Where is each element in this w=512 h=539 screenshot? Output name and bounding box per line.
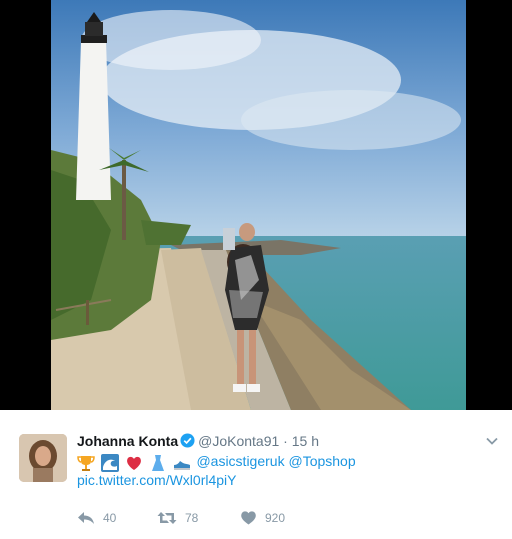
handle[interactable]: @JoKonta91 (198, 433, 279, 449)
tweet-photo[interactable] (51, 0, 466, 410)
dress-icon (151, 454, 164, 471)
tweet-media[interactable] (0, 0, 512, 410)
mention-topshop[interactable]: @Topshop (288, 453, 355, 469)
retweet-icon (157, 512, 177, 524)
retweet-button[interactable]: 78 (157, 510, 198, 526)
sneaker-icon (173, 460, 190, 470)
tweet-text: @asicstigeruk @Topshop (77, 452, 356, 472)
heart-icon (126, 456, 141, 470)
reply-icon (78, 512, 94, 524)
like-heart-icon (241, 511, 256, 525)
like-button[interactable]: 920 (240, 510, 285, 525)
display-name[interactable]: Johanna Konta (77, 433, 178, 449)
timestamp[interactable]: 15 h (292, 433, 319, 449)
retweet-count: 78 (185, 511, 199, 525)
tweet-card: Johanna Konta @JoKonta91 · 15 h @asicstig… (0, 410, 512, 539)
verified-badge-icon (180, 433, 195, 452)
trophy-icon (77, 455, 95, 471)
wave-icon (100, 453, 119, 472)
separator-dot: · (283, 433, 288, 449)
avatar-image (19, 434, 67, 482)
more-options-chevron-icon[interactable] (486, 432, 498, 450)
pic-link[interactable]: pic.twitter.com/Wxl0rl4piY (77, 471, 236, 489)
reply-button[interactable]: 40 (77, 510, 116, 526)
reply-count: 40 (103, 511, 117, 525)
like-count: 920 (265, 510, 286, 525)
tweet-header: Johanna Konta @JoKonta91 · 15 h (77, 432, 319, 452)
emoji-group (77, 453, 193, 472)
lighthouse-photo (51, 0, 466, 410)
avatar[interactable] (19, 434, 67, 482)
mention-asicstigeruk[interactable]: @asicstigeruk (196, 453, 284, 469)
